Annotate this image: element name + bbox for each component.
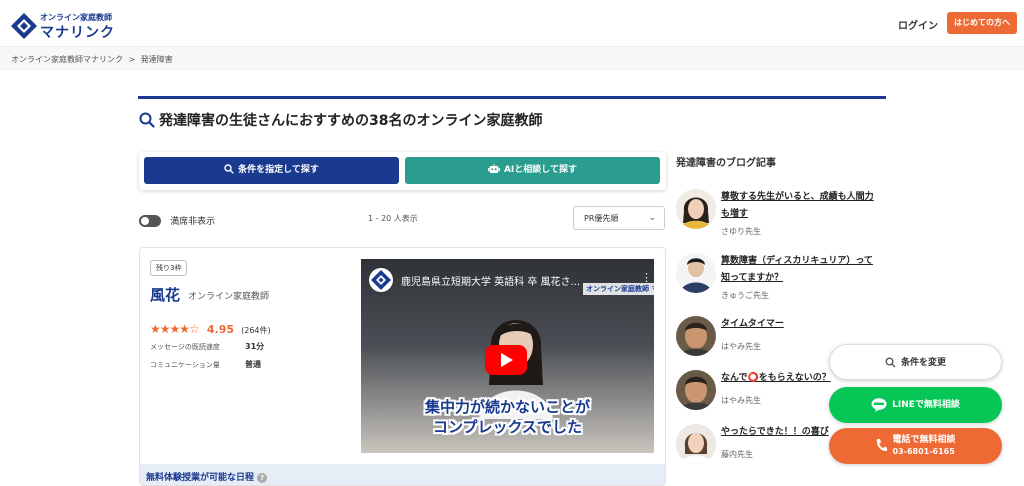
section-top-rule [138, 96, 886, 99]
blog-post-item[interactable]: 尊敬する先生がいると、成績も人間力も増す さゆり先生 [676, 189, 886, 249]
author-avatar [676, 316, 716, 356]
rating-score: 4.95 [206, 323, 235, 336]
remaining-slots-badge: 残り3枠 [150, 260, 188, 276]
stat-value-read-speed: 31分 [245, 342, 265, 351]
breadcrumb-item-home[interactable]: オンライン家庭教師マナリンク [11, 55, 123, 64]
logo-mark-icon [11, 13, 37, 39]
review-count: (264件) [241, 326, 271, 335]
line-consult-button[interactable]: LINEで無料相談 [829, 387, 1002, 423]
chevron-down-icon: ⌄ [648, 213, 656, 223]
search-icon [224, 164, 234, 174]
play-button-icon[interactable] [485, 345, 527, 375]
change-conditions-label: 条件を変更 [900, 358, 946, 368]
trial-schedule-label: 無料体験授業が可能な日程 [146, 473, 255, 483]
ai-consult-button[interactable]: AIと相談して探す [405, 157, 660, 184]
sort-select[interactable]: PR優先順 ⌄ [573, 206, 665, 230]
phone-consult-label: 電話で無料相談 [892, 435, 956, 445]
phone-number: 03-6801-6165 [892, 447, 955, 456]
intro-video[interactable]: 鹿児島県立短期大学 英語科 卒 風花さ... ⋮ オンライン家庭教師 マナリンク… [361, 259, 654, 453]
blog-post-author: きゅうご先生 [721, 291, 769, 300]
hide-full-label: 満席非表示 [170, 217, 216, 227]
help-icon[interactable]: ? [257, 473, 268, 483]
logo-name: マナリンク [40, 25, 115, 41]
login-link[interactable]: ログイン [898, 17, 938, 32]
tutor-type: オンライン家庭教師 [188, 292, 270, 302]
breadcrumb-separator: > [128, 55, 136, 64]
search-by-condition-button[interactable]: 条件を指定して探す [144, 157, 399, 184]
author-avatar [676, 189, 716, 229]
ai-consult-label: AIと相談して探す [503, 165, 578, 175]
robot-icon [487, 164, 500, 173]
star-rating-icon: ★★★★☆ [150, 322, 200, 336]
site-header: オンライン家庭教師 マナリンク ログイン はじめての方へ [0, 0, 1024, 46]
blog-post-title[interactable]: 算数障害（ディスカリキュリア）って知ってますか？ [721, 253, 881, 287]
search-icon [139, 112, 155, 128]
phone-consult-button[interactable]: 電話で無料相談 03-6801-6165 [829, 428, 1002, 464]
video-brand-watermark: オンライン家庭教師 マナリンク [583, 283, 654, 295]
video-title[interactable]: 鹿児島県立短期大学 英語科 卒 風花さ... [401, 273, 580, 288]
toggle-switch[interactable] [139, 214, 161, 227]
blog-post-author: 藤内先生 [721, 450, 753, 459]
blog-post-title[interactable]: 尊敬する先生がいると、成績も人間力も増す [721, 189, 881, 223]
tutor-rating: ★★★★☆ 4.95 (264件) [150, 318, 271, 337]
search-by-condition-label: 条件を指定して探す [238, 165, 319, 175]
tutor-card[interactable]: 残り3枠 風花 オンライン家庭教師 ★★★★☆ 4.95 (264件) メッセー… [139, 247, 666, 486]
page-title-text: 発達障害の生徒さんにおすすめの38名のオンライン家庭教師 [159, 113, 543, 129]
stat-label-read-speed: メッセージの既読速度 [150, 343, 220, 351]
trial-schedule-header: 無料体験授業が可能な日程? [140, 464, 665, 485]
channel-logo-icon [369, 268, 393, 292]
video-caption-line1: 集中力が続かないことが [424, 398, 590, 416]
stat-label-communication: コミュニケーション量 [150, 361, 220, 369]
author-avatar [676, 253, 716, 293]
change-conditions-button[interactable]: 条件を変更 [829, 344, 1002, 380]
breadcrumb: オンライン家庭教師マナリンク > 発達障害 [0, 46, 1024, 70]
blog-post-author: はやみ先生 [721, 342, 761, 351]
tutor-name[interactable]: 風花 [150, 284, 180, 305]
blog-post-author: はやみ先生 [721, 396, 761, 405]
beginners-button[interactable]: はじめての方へ [947, 12, 1017, 34]
blog-post-title[interactable]: タイムタイマー [721, 316, 881, 333]
blog-section-heading: 発達障害のブログ記事 [676, 158, 776, 169]
breadcrumb-item-current: 発達障害 [140, 55, 173, 64]
result-count: 1 - 20 人表示 [368, 214, 418, 223]
phone-consult-text: 電話で無料相談 03-6801-6165 [892, 434, 955, 458]
search-icon [885, 357, 896, 368]
blog-post-item[interactable]: 算数障害（ディスカリキュリア）って知ってますか？ きゅうご先生 [676, 253, 886, 313]
author-avatar [676, 424, 716, 464]
line-consult-label: LINEで無料相談 [892, 400, 960, 410]
search-panel: 条件を指定して探す AIと相談して探す [139, 152, 666, 190]
line-chat-icon [871, 397, 887, 412]
stat-value-communication: 普通 [245, 360, 261, 369]
blog-post-author: さゆり先生 [721, 227, 761, 236]
page-title: 発達障害の生徒さんにおすすめの38名のオンライン家庭教師 [139, 110, 542, 130]
hide-full-toggle[interactable]: 満席非表示 [139, 210, 216, 227]
phone-icon [877, 439, 888, 452]
video-caption-line2: コンプレックスでした [432, 418, 583, 436]
author-avatar [676, 370, 716, 410]
site-logo[interactable]: オンライン家庭教師 マナリンク [10, 9, 120, 41]
sort-value: PR優先順 [584, 214, 619, 223]
